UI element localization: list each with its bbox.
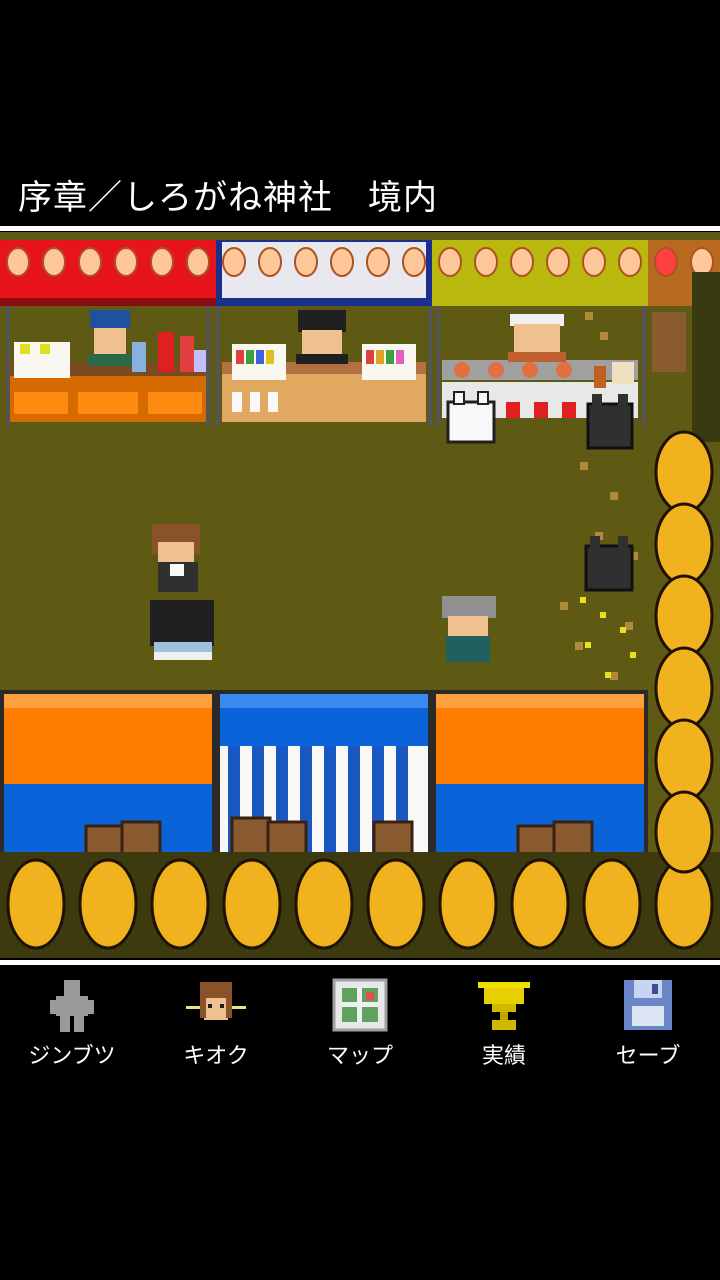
person-silhouette-icon (50, 980, 94, 1032)
trophy-icon (478, 982, 530, 1030)
bottom-menu: ジンブツ キオク マップ 実績 セーブ (0, 968, 720, 1078)
menu-kioku-button[interactable]: キオク (144, 968, 288, 1078)
bottom-divider (0, 960, 720, 965)
menu-save-button[interactable]: セーブ (576, 968, 720, 1078)
drink-vendor[interactable] (88, 310, 132, 366)
location-title: 序章／しろがね神社 境内 (18, 178, 438, 218)
top-divider (0, 226, 720, 231)
brown-haired-girl[interactable] (152, 524, 200, 592)
floppy-disk-icon (624, 980, 672, 1030)
game-scene[interactable] (0, 232, 720, 958)
player-character[interactable] (150, 600, 214, 660)
sweets-vendor[interactable] (296, 310, 348, 364)
memory-portrait-icon (186, 982, 246, 1020)
menu-kioku-label: キオク (183, 1044, 249, 1069)
menu-jinbutsu-button[interactable]: ジンブツ (0, 968, 144, 1078)
menu-achievements-button[interactable]: 実績 (432, 968, 576, 1078)
map-icon (332, 978, 388, 1032)
menu-jinbutsu-label: ジンブツ (28, 1044, 116, 1069)
menu-map-button[interactable]: マップ (288, 968, 432, 1078)
boy-with-cap[interactable] (442, 596, 496, 662)
menu-map-label: マップ (326, 1044, 393, 1069)
menu-save-label: セーブ (615, 1044, 681, 1069)
menu-achievements-label: 実績 (481, 1044, 526, 1069)
takoyaki-vendor[interactable] (508, 314, 566, 362)
